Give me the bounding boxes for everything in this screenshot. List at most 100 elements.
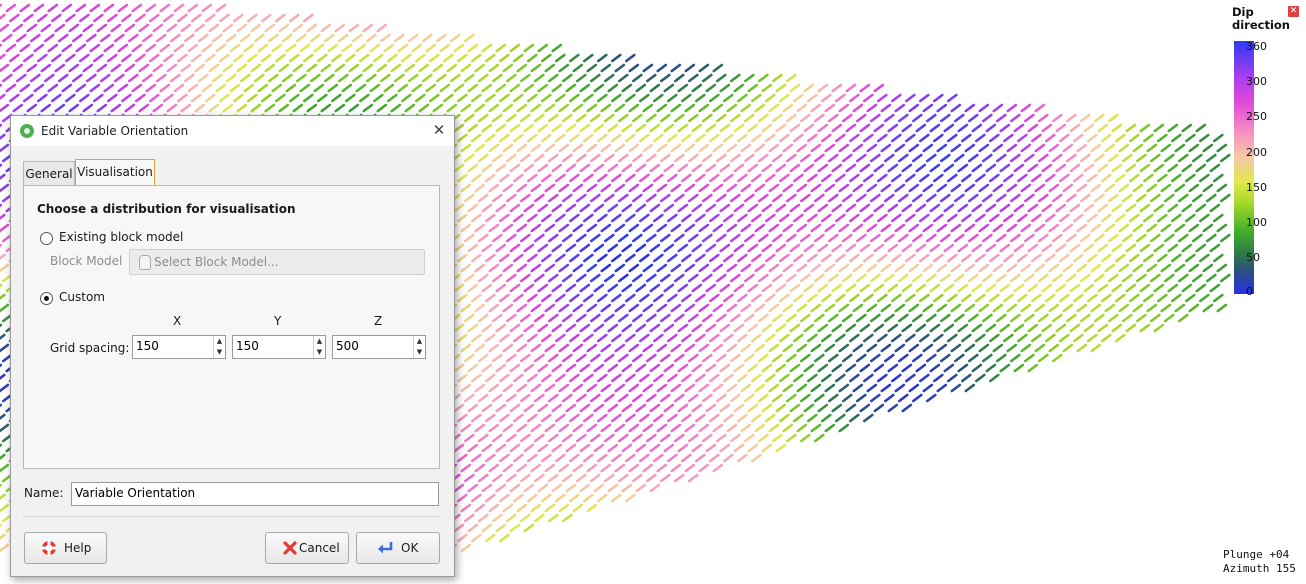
orientation-disc xyxy=(215,83,227,93)
custom-radio[interactable] xyxy=(40,292,53,305)
orientation-disc xyxy=(796,303,808,313)
orientation-disc xyxy=(519,313,531,323)
orientation-disc xyxy=(635,163,647,173)
orientation-disc xyxy=(726,143,738,153)
grid-spacing-z-input[interactable] xyxy=(333,336,412,356)
grid-spacing-z-stepper[interactable]: ▲▼ xyxy=(332,335,426,359)
orientation-disc xyxy=(488,303,500,313)
orientation-disc xyxy=(523,323,535,333)
help-button[interactable]: Help xyxy=(24,532,107,564)
orientation-disc xyxy=(495,443,507,453)
orientation-disc xyxy=(743,113,755,123)
orientation-disc xyxy=(799,433,811,443)
cancel-button[interactable]: Cancel xyxy=(265,532,349,564)
orientation-disc xyxy=(299,43,311,53)
orientation-disc xyxy=(264,63,276,73)
orientation-disc xyxy=(624,293,636,303)
orientation-disc xyxy=(460,343,472,353)
orientation-disc xyxy=(540,453,552,463)
spin-down-icon[interactable]: ▼ xyxy=(314,347,325,357)
orientation-disc xyxy=(1195,203,1207,213)
orientation-disc xyxy=(778,293,790,303)
orientation-disc xyxy=(551,243,563,253)
grid-spacing-y-stepper[interactable]: ▲▼ xyxy=(232,335,326,359)
orientation-disc xyxy=(1076,143,1088,153)
orientation-disc xyxy=(607,323,619,333)
tab-visualisation[interactable]: Visualisation xyxy=(75,159,155,186)
spin-up-icon[interactable]: ▲ xyxy=(214,336,225,346)
orientation-disc xyxy=(638,373,650,383)
orientation-disc xyxy=(460,223,472,233)
orientation-disc xyxy=(428,93,440,103)
orientation-disc xyxy=(698,303,710,313)
orientation-disc xyxy=(932,173,944,183)
custom-label[interactable]: Custom xyxy=(59,290,105,304)
orientation-disc xyxy=(470,453,482,463)
orientation-disc xyxy=(848,253,860,263)
orientation-disc xyxy=(778,253,790,263)
orientation-disc xyxy=(838,343,850,353)
tab-general[interactable]: General xyxy=(23,161,75,186)
orientation-disc xyxy=(484,373,496,383)
orientation-disc xyxy=(722,333,734,343)
orientation-disc xyxy=(964,343,976,353)
orientation-disc xyxy=(911,233,923,243)
grid-spacing-x-stepper[interactable]: ▲▼ xyxy=(132,335,226,359)
orientation-disc xyxy=(1069,323,1081,333)
orientation-disc xyxy=(876,133,888,143)
orientation-disc xyxy=(1087,253,1098,263)
orientation-disc xyxy=(894,183,906,193)
orientation-disc xyxy=(677,203,689,213)
orientation-disc xyxy=(554,413,566,423)
orientation-disc xyxy=(757,153,769,163)
select-block-model-button[interactable]: Select Block Model... xyxy=(129,249,425,275)
name-field[interactable] xyxy=(71,482,439,506)
orientation-disc xyxy=(530,303,542,313)
orientation-disc xyxy=(572,143,584,153)
orientation-disc xyxy=(243,83,255,93)
orientation-disc xyxy=(953,273,965,283)
grid-spacing-x-input[interactable] xyxy=(133,336,212,356)
orientation-disc xyxy=(803,83,815,93)
orientation-disc xyxy=(1041,283,1053,293)
orientation-disc xyxy=(918,93,930,103)
orientation-disc xyxy=(691,83,703,93)
existing-block-model-radio[interactable] xyxy=(40,232,53,245)
orientation-disc xyxy=(722,213,734,223)
orientation-disc xyxy=(971,203,983,213)
orientation-disc xyxy=(929,243,941,253)
orientation-disc xyxy=(1048,263,1060,273)
orientation-disc xyxy=(946,173,958,183)
orientation-disc xyxy=(1027,203,1039,213)
orientation-disc xyxy=(694,373,706,383)
grid-spacing-y-input[interactable] xyxy=(233,336,312,356)
orientation-disc xyxy=(509,283,521,293)
spin-up-icon[interactable]: ▲ xyxy=(414,336,425,346)
orientation-disc xyxy=(40,63,52,73)
orientation-disc xyxy=(502,183,514,193)
close-icon[interactable]: ✕ xyxy=(430,121,448,139)
spin-down-icon[interactable]: ▼ xyxy=(214,347,225,357)
name-input[interactable] xyxy=(72,483,435,503)
orientation-disc xyxy=(946,93,958,103)
legend-close-icon[interactable]: ✕ xyxy=(1288,6,1299,17)
orientation-disc xyxy=(974,173,986,183)
orientation-disc xyxy=(852,343,864,353)
orientation-disc xyxy=(789,163,801,173)
orientation-disc xyxy=(855,393,867,403)
orientation-disc xyxy=(26,103,38,113)
dialog-titlebar[interactable]: Edit Variable Orientation ✕ xyxy=(11,116,454,146)
spin-up-icon[interactable]: ▲ xyxy=(314,336,325,346)
spin-down-icon[interactable]: ▼ xyxy=(414,347,425,357)
orientation-disc xyxy=(149,13,160,23)
orientation-disc xyxy=(1139,283,1151,293)
orientation-disc xyxy=(614,463,626,473)
orientation-disc xyxy=(512,93,524,103)
orientation-disc xyxy=(890,173,902,183)
orientation-disc xyxy=(1045,253,1056,263)
existing-block-model-label[interactable]: Existing block model xyxy=(59,230,183,244)
orientation-disc xyxy=(344,53,356,63)
orientation-disc xyxy=(40,23,52,33)
orientation-disc xyxy=(701,73,713,83)
ok-button[interactable]: OK xyxy=(356,532,440,564)
